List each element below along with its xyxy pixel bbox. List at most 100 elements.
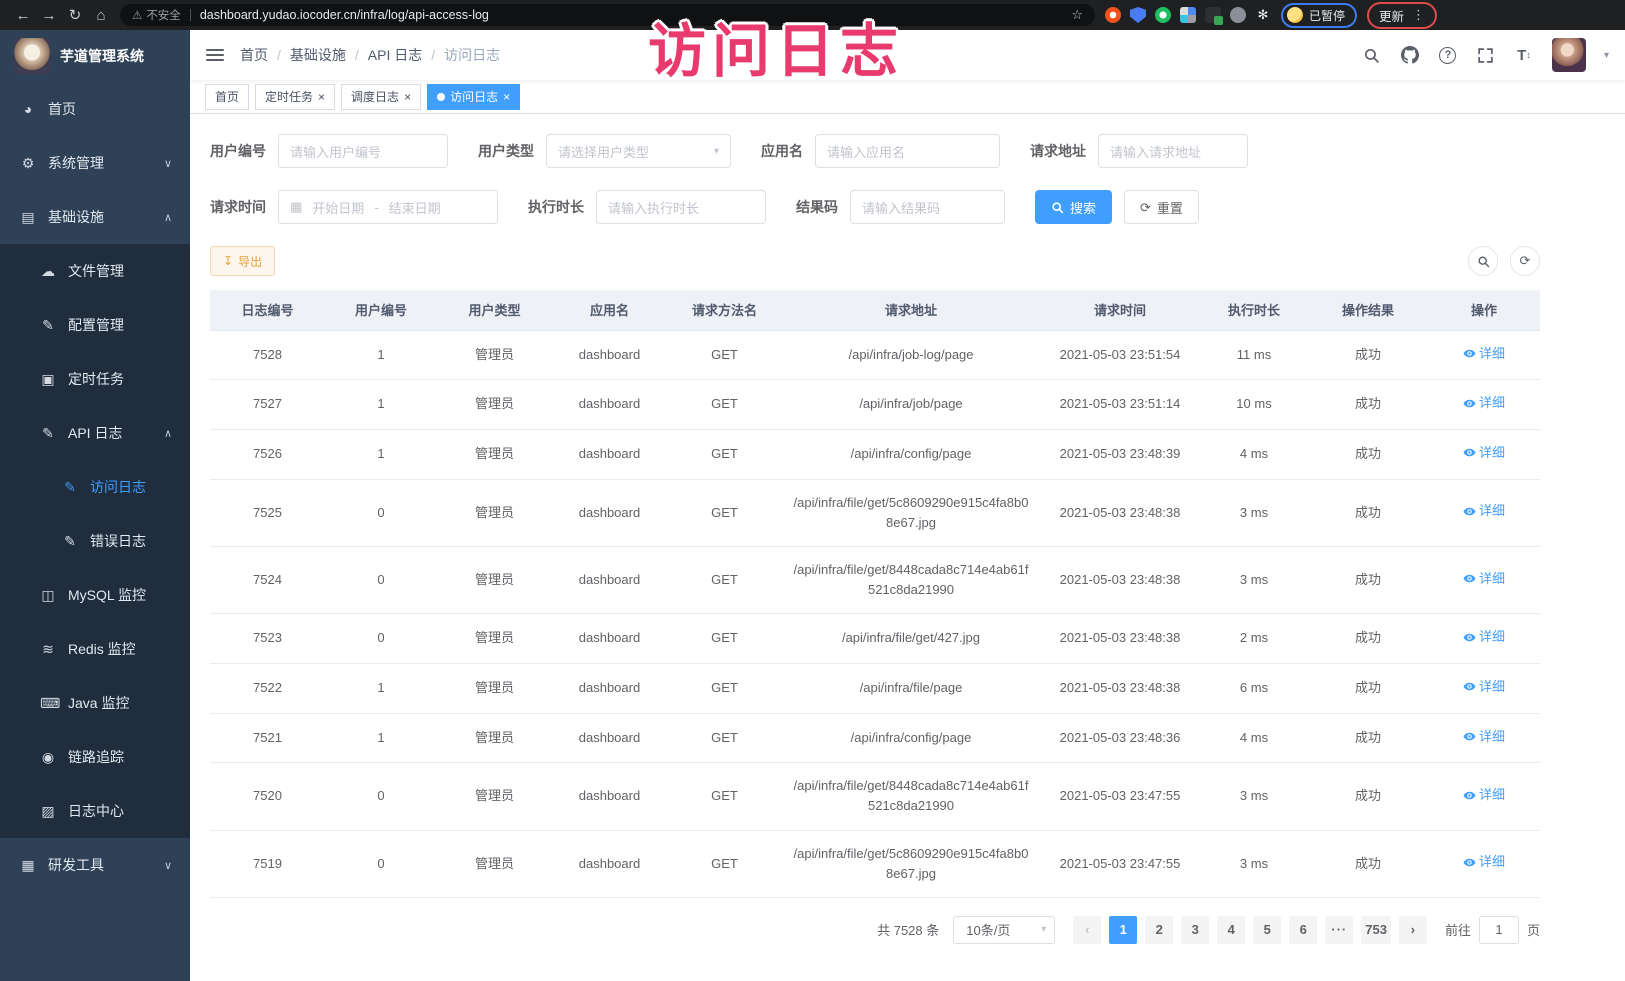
filter-input-6[interactable]: 请输入结果码 xyxy=(850,190,1005,224)
extension-pinwheel-icon[interactable]: ✻ xyxy=(1255,7,1271,23)
user-type-select[interactable]: 请选择用户类型▾ xyxy=(546,134,731,168)
sidebar-item-tracer[interactable]: ◉链路追踪 xyxy=(0,730,190,784)
github-icon[interactable] xyxy=(1400,45,1420,65)
total-count-label: 共 7528 条 xyxy=(877,920,939,939)
cell-user_type: 管理员 xyxy=(437,429,552,479)
extension-shield-icon[interactable] xyxy=(1130,7,1146,23)
user-avatar[interactable] xyxy=(1552,38,1586,72)
browser-forward-icon[interactable]: → xyxy=(36,7,62,24)
breadcrumb-item[interactable]: API 日志 xyxy=(368,45,422,65)
sidebar-item-tools[interactable]: ▦研发工具∨ xyxy=(0,838,190,892)
page-button-3[interactable]: 3 xyxy=(1181,916,1209,944)
chevron-down-icon: ∨ xyxy=(164,157,172,170)
detail-link[interactable]: 详细 xyxy=(1463,727,1505,747)
cell-url: /api/infra/file/get/5c8609290e915c4fa8b0… xyxy=(782,479,1040,546)
page-button-5[interactable]: 5 xyxy=(1253,916,1281,944)
tab-访问日志[interactable]: 访问日志× xyxy=(427,84,520,110)
cell-user_id: 1 xyxy=(325,663,437,713)
cell-time: 2021-05-03 23:47:55 xyxy=(1040,830,1200,897)
bookmark-star-icon[interactable]: ☆ xyxy=(1071,7,1083,23)
help-icon[interactable]: ? xyxy=(1438,45,1458,65)
filter-input-0[interactable]: 请输入用户编号 xyxy=(278,134,448,168)
goto-page-input[interactable] xyxy=(1479,916,1519,944)
detail-link[interactable]: 详细 xyxy=(1463,569,1505,589)
breadcrumb-item[interactable]: 基础设施 xyxy=(290,45,346,65)
breadcrumb-item[interactable]: 首页 xyxy=(240,45,268,65)
sidebar-item-file[interactable]: ☁文件管理 xyxy=(0,244,190,298)
font-size-icon[interactable]: T↕ xyxy=(1514,45,1534,65)
detail-link[interactable]: 详细 xyxy=(1463,501,1505,521)
close-icon[interactable]: × xyxy=(404,91,411,103)
sidebar-item-mysql[interactable]: ◫MySQL 监控 xyxy=(0,568,190,622)
tab-定时任务[interactable]: 定时任务× xyxy=(255,84,335,110)
sidebar-item-redis[interactable]: ≋Redis 监控 xyxy=(0,622,190,676)
detail-link[interactable]: 详细 xyxy=(1463,627,1505,647)
detail-link[interactable]: 详细 xyxy=(1463,785,1505,805)
hamburger-icon[interactable] xyxy=(206,49,224,61)
page-size-select[interactable]: 10条/页 ▾ xyxy=(953,916,1055,944)
sidebar-item-api-log[interactable]: ✎API 日志∧ xyxy=(0,406,190,460)
page-button-1[interactable]: 1 xyxy=(1109,916,1137,944)
detail-link[interactable]: 详细 xyxy=(1463,344,1505,364)
sidebar-item-infra[interactable]: ▤基础设施∧ xyxy=(0,190,190,244)
toggle-search-button[interactable] xyxy=(1468,246,1498,276)
insecure-warning-icon: ⚠ xyxy=(132,8,142,22)
search-button[interactable]: 搜索 xyxy=(1035,190,1112,224)
tab-调度日志[interactable]: 调度日志× xyxy=(341,84,421,110)
detail-link[interactable]: 详细 xyxy=(1463,677,1505,697)
extension-ghost-icon[interactable] xyxy=(1230,7,1246,23)
extension-translate-icon[interactable] xyxy=(1205,7,1221,23)
extension-green-icon[interactable] xyxy=(1155,7,1171,23)
browser-home-icon[interactable]: ⌂ xyxy=(88,7,114,24)
sidebar-item-config[interactable]: ✎配置管理 xyxy=(0,298,190,352)
page-button-4[interactable]: 4 xyxy=(1217,916,1245,944)
sidebar-item-access-log[interactable]: ✎访问日志 xyxy=(0,460,190,514)
date-range-input[interactable]: ▦开始日期-结束日期 xyxy=(278,190,498,224)
sidebar-item-system[interactable]: ⚙系统管理∨ xyxy=(0,136,190,190)
address-bar[interactable]: ⚠ 不安全 dashboard.yudao.iocoder.cn/infra/l… xyxy=(120,4,1095,26)
extension-orange-icon[interactable] xyxy=(1105,7,1121,23)
error-log-icon: ✎ xyxy=(62,533,78,550)
detail-link[interactable]: 详细 xyxy=(1463,393,1505,413)
close-icon[interactable]: × xyxy=(318,91,325,103)
sidebar-item-log-center[interactable]: ▨日志中心 xyxy=(0,784,190,838)
search-icon[interactable] xyxy=(1362,45,1382,65)
reset-button[interactable]: ⟳ 重置 xyxy=(1124,190,1199,224)
next-page-button[interactable]: › xyxy=(1399,916,1427,944)
breadcrumb: 首页/基础设施/API 日志/访问日志 xyxy=(240,45,500,65)
tab-首页[interactable]: 首页 xyxy=(205,84,249,110)
avatar-caret-down-icon[interactable]: ▾ xyxy=(1604,50,1609,61)
browser-profile-chip[interactable]: 已暂停 xyxy=(1281,3,1357,28)
page-button-6[interactable]: 6 xyxy=(1289,916,1317,944)
sidebar-item-home[interactable]: ◕首页 xyxy=(0,82,190,136)
download-icon: ↧ xyxy=(223,254,233,268)
chevron-down-icon: ▾ xyxy=(714,146,719,157)
chevron-up-icon: ∧ xyxy=(164,211,172,224)
filter-input-5[interactable]: 请输入执行时长 xyxy=(596,190,766,224)
cell-id: 7528 xyxy=(210,330,325,380)
page-button-753[interactable]: 753 xyxy=(1361,916,1391,944)
sidebar-item-error-log[interactable]: ✎错误日志 xyxy=(0,514,190,568)
browser-reload-icon[interactable]: ↻ xyxy=(62,6,88,24)
detail-link[interactable]: 详细 xyxy=(1463,852,1505,872)
sidebar-item-java[interactable]: ⌨Java 监控 xyxy=(0,676,190,730)
sidebar-logo[interactable]: 芋道管理系统 xyxy=(0,30,190,82)
detail-link[interactable]: 详细 xyxy=(1463,443,1505,463)
pager-ellipsis[interactable]: ··· xyxy=(1325,916,1353,944)
filter-input-3[interactable]: 请输入请求地址 xyxy=(1098,134,1248,168)
extension-grid-icon[interactable] xyxy=(1180,7,1196,23)
page-button-2[interactable]: 2 xyxy=(1145,916,1173,944)
filter-field-6: 结果码请输入结果码 xyxy=(796,190,1005,224)
export-button[interactable]: ↧ 导出 xyxy=(210,246,275,276)
browser-update-button[interactable]: 更新 ⋮ xyxy=(1367,2,1437,29)
browser-back-icon[interactable]: ← xyxy=(10,7,36,24)
refresh-table-button[interactable]: ⟳ xyxy=(1510,246,1540,276)
top-navbar: 首页/基础设施/API 日志/访问日志 ? T↕ ▾ xyxy=(190,30,1625,80)
filter-input-2[interactable]: 请输入应用名 xyxy=(815,134,1000,168)
close-icon[interactable]: × xyxy=(503,91,510,103)
prev-page-button[interactable]: ‹ xyxy=(1073,916,1101,944)
browser-menu-kebab-icon[interactable]: ⋮ xyxy=(1412,7,1425,23)
fullscreen-icon[interactable] xyxy=(1476,45,1496,65)
sidebar-item-job[interactable]: ▣定时任务 xyxy=(0,352,190,406)
cell-duration: 3 ms xyxy=(1200,546,1308,613)
